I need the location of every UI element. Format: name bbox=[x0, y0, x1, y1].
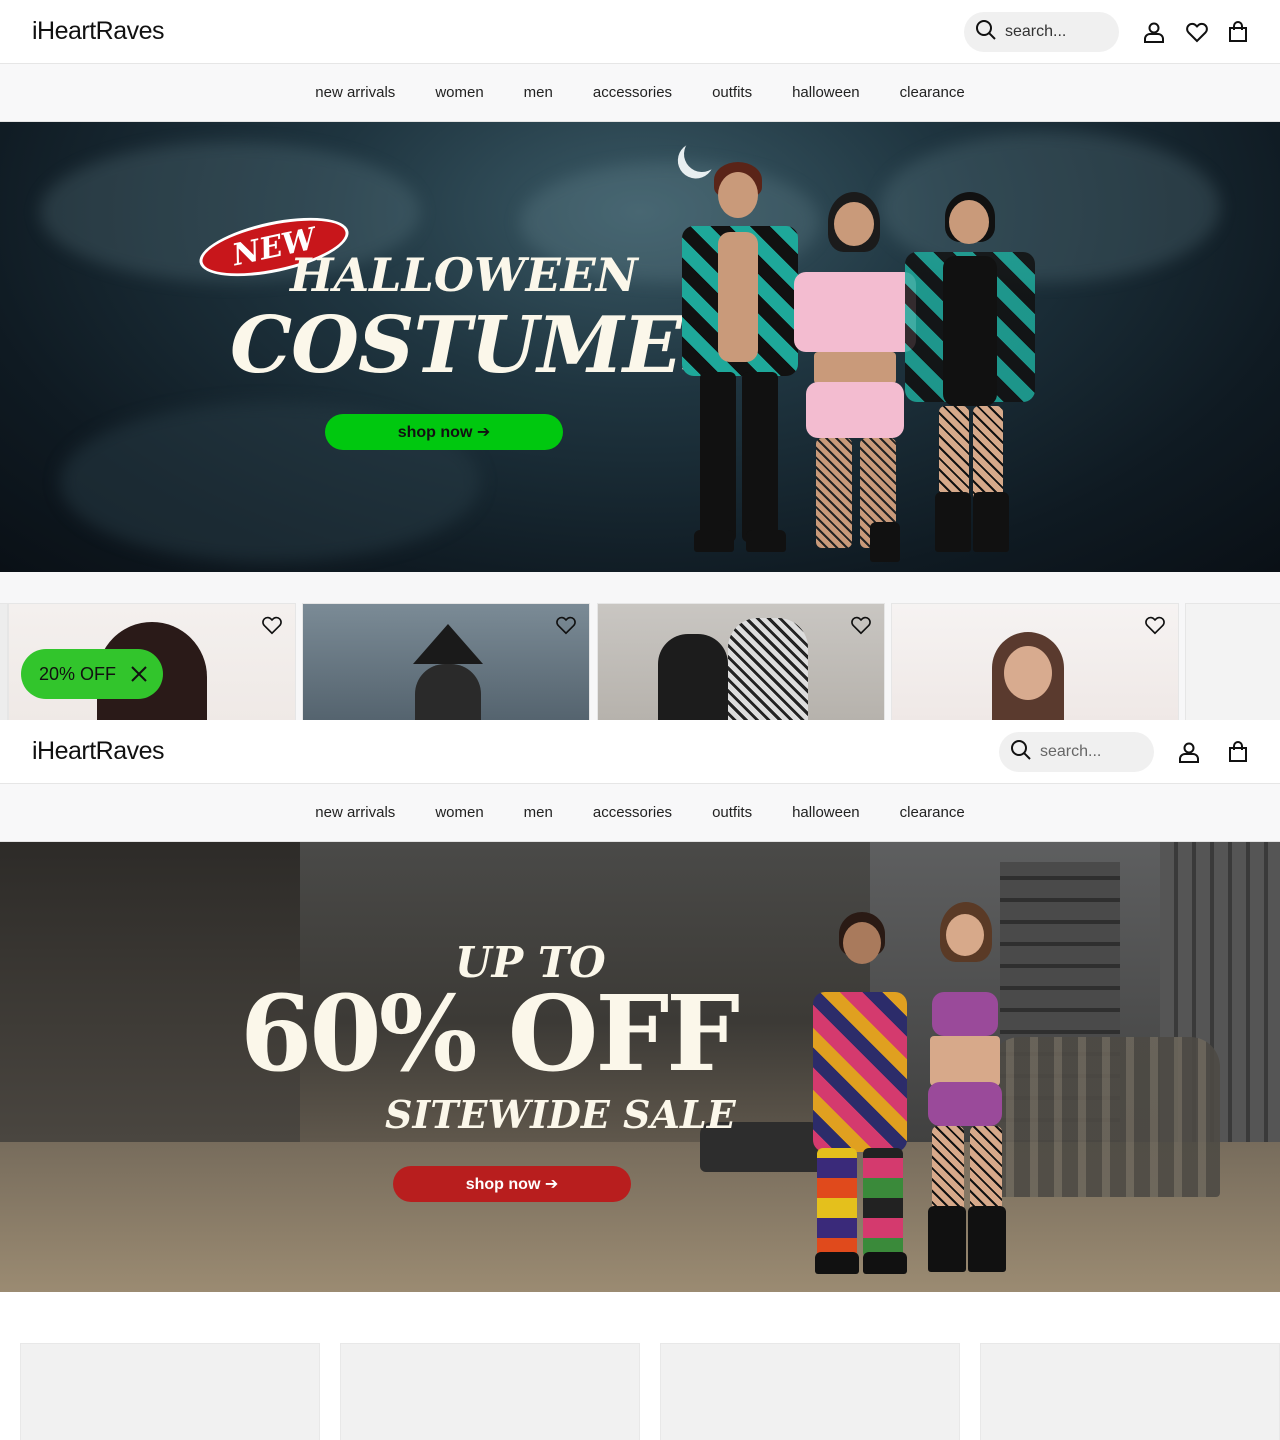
close-icon[interactable] bbox=[127, 662, 151, 686]
nav-clearance[interactable]: clearance bbox=[900, 84, 965, 101]
nav-women[interactable]: women bbox=[435, 804, 483, 821]
main-nav: new arrivals women men accessories outfi… bbox=[0, 64, 1280, 122]
search-input[interactable]: search... bbox=[964, 12, 1119, 52]
site-logo[interactable]: iHeartRaves bbox=[32, 17, 165, 46]
site-header: iHeartRaves search... bbox=[0, 0, 1280, 64]
site-header: iHeartRaves search... bbox=[0, 720, 1280, 784]
search-input[interactable]: search... bbox=[999, 732, 1154, 772]
product-card[interactable] bbox=[891, 603, 1179, 720]
nav-halloween[interactable]: halloween bbox=[792, 84, 860, 101]
search-placeholder: search... bbox=[1005, 23, 1067, 40]
nav-men[interactable]: men bbox=[524, 804, 553, 821]
zombie-crowd bbox=[990, 1037, 1220, 1197]
wishlist-heart-icon[interactable] bbox=[1144, 614, 1168, 638]
product-placeholder[interactable] bbox=[340, 1343, 640, 1440]
sale-line2: 60% OFF bbox=[240, 972, 740, 1095]
nav-accessories[interactable]: accessories bbox=[593, 84, 672, 101]
model-figure bbox=[910, 902, 1020, 1272]
model-figure bbox=[805, 912, 915, 1274]
nav-accessories[interactable]: accessories bbox=[593, 804, 672, 821]
product-card[interactable] bbox=[1185, 603, 1280, 720]
main-nav: new arrivals women men accessories outfi… bbox=[0, 784, 1280, 842]
model-figure bbox=[680, 162, 800, 562]
hero-title-line2: COSTUMES bbox=[230, 300, 738, 391]
nav-outfits[interactable]: outfits bbox=[712, 84, 752, 101]
search-icon[interactable] bbox=[1009, 738, 1033, 767]
heart-icon[interactable] bbox=[1185, 20, 1209, 44]
model-figure bbox=[790, 192, 920, 562]
search-placeholder: search... bbox=[1040, 743, 1102, 760]
wishlist-heart-icon[interactable] bbox=[850, 614, 874, 638]
product-image bbox=[658, 634, 728, 720]
product-placeholder[interactable] bbox=[660, 1343, 960, 1440]
product-card[interactable] bbox=[597, 603, 885, 720]
nav-halloween[interactable]: halloween bbox=[792, 804, 860, 821]
product-image bbox=[415, 664, 481, 720]
product-image bbox=[728, 618, 808, 720]
hero-banner-sale[interactable]: UP TO 60% OFF SITEWIDE SALE shop now ➔ bbox=[0, 842, 1280, 1292]
account-icon[interactable] bbox=[1177, 740, 1201, 764]
nav-new-arrivals[interactable]: new arrivals bbox=[315, 804, 395, 821]
hero-banner-halloween[interactable]: NEW HALLOWEEN COSTUMES shop now ➔ bbox=[0, 122, 1280, 572]
product-image bbox=[1004, 646, 1052, 700]
shop-now-button[interactable]: shop now ➔ bbox=[325, 414, 563, 450]
nav-men[interactable]: men bbox=[524, 84, 553, 101]
sale-line3: SITEWIDE SALE bbox=[385, 1092, 736, 1137]
product-card[interactable] bbox=[302, 603, 590, 720]
shop-now-button[interactable]: shop now ➔ bbox=[393, 1166, 631, 1202]
hero-title-line1: HALLOWEEN bbox=[290, 248, 638, 302]
page-frame-top: iHeartRaves search... new arrivals women… bbox=[0, 0, 1280, 720]
search-icon[interactable] bbox=[974, 18, 998, 47]
product-placeholder[interactable] bbox=[20, 1343, 320, 1440]
model-figure bbox=[905, 192, 1035, 562]
wishlist-heart-icon[interactable] bbox=[261, 614, 285, 638]
bag-icon[interactable] bbox=[1226, 20, 1250, 44]
product-image bbox=[413, 624, 483, 664]
product-card[interactable] bbox=[0, 603, 8, 720]
nav-outfits[interactable]: outfits bbox=[712, 804, 752, 821]
product-carousel bbox=[0, 572, 1280, 720]
wishlist-heart-icon[interactable] bbox=[555, 614, 579, 638]
product-placeholder[interactable] bbox=[980, 1343, 1280, 1440]
nav-women[interactable]: women bbox=[435, 84, 483, 101]
nav-clearance[interactable]: clearance bbox=[900, 804, 965, 821]
account-icon[interactable] bbox=[1142, 20, 1166, 44]
promo-pill[interactable]: 20% OFF bbox=[21, 649, 163, 699]
site-logo[interactable]: iHeartRaves bbox=[32, 737, 165, 766]
page-frame-bottom: iHeartRaves search... new arrivals women… bbox=[0, 720, 1280, 1440]
nav-new-arrivals[interactable]: new arrivals bbox=[315, 84, 395, 101]
bag-icon[interactable] bbox=[1226, 740, 1250, 764]
promo-label: 20% OFF bbox=[39, 663, 117, 684]
